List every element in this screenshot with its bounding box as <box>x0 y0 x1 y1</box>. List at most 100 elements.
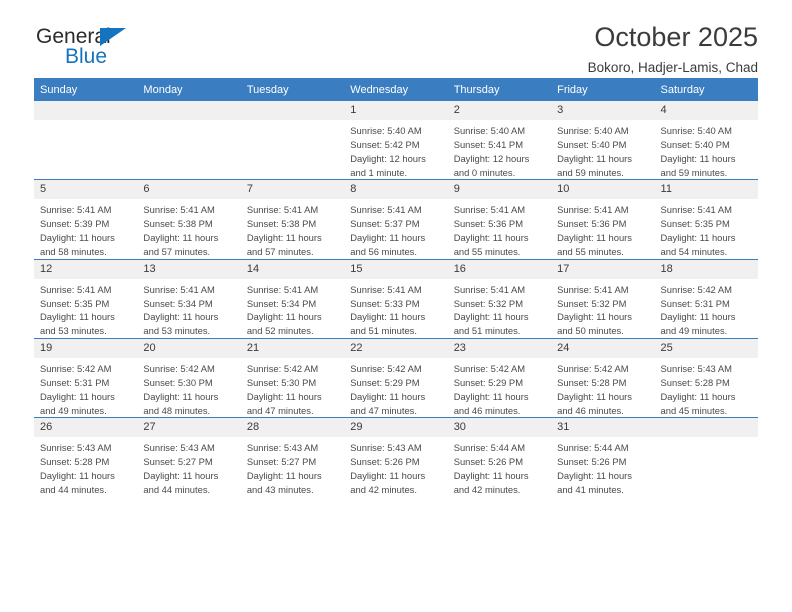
day-sun-info: Sunrise: 5:41 AM Sunset: 5:36 PM Daylight:… <box>448 199 551 258</box>
calendar-day-cell[interactable]: 17 Sunrise: 5:41 AM Sunset: 5:32 PM Dayligh… <box>551 258 655 339</box>
sunrise-text: Sunrise: 5:43 AM <box>40 442 112 454</box>
calendar-day-cell[interactable]: 3 Sunrise: 5:40 AM Sunset: 5:40 PM Daylight… <box>551 101 655 180</box>
calendar-day-cell[interactable]: 29 Sunrise: 5:43 AM Sunset: 5:26 PM Dayligh… <box>344 417 448 497</box>
daylight-text-line2: and 57 minutes. <box>143 245 211 257</box>
day-number: 26 <box>34 418 138 438</box>
general-blue-logo[interactable]: General Blue <box>34 26 234 74</box>
calendar-week-row: 5 Sunrise: 5:41 AM Sunset: 5:39 PM Daylight… <box>34 179 758 260</box>
day-number: 30 <box>447 418 552 438</box>
day-number: 13 <box>137 259 241 279</box>
day-number: 31 <box>551 418 655 438</box>
day-number: 27 <box>137 418 241 438</box>
day-number: 16 <box>447 259 552 279</box>
day-number: 23 <box>447 339 552 359</box>
sunset-text: Sunset: 5:29 PM <box>453 376 523 388</box>
calendar-table: Sunday Monday Tuesday Wednesday Thursday… <box>34 78 758 497</box>
daylight-text-line1: Daylight: 11 hours <box>453 390 529 402</box>
daylight-text-line1: Daylight: 11 hours <box>660 390 736 402</box>
sunset-text: Sunset: 5:28 PM <box>40 456 110 468</box>
day-number: 20 <box>137 339 241 359</box>
calendar-day-cell[interactable]: 22 Sunrise: 5:42 AM Sunset: 5:29 PM Dayligh… <box>344 338 448 418</box>
calendar-day-cell[interactable]: 4 Sunrise: 5:40 AM Sunset: 5:40 PM Daylight… <box>654 101 758 180</box>
daylight-text-line2: and 46 minutes. <box>453 404 521 416</box>
calendar-day-cell[interactable]: 2 Sunrise: 5:40 AM Sunset: 5:41 PM Daylight… <box>447 101 552 180</box>
day-number: 2 <box>447 101 552 121</box>
calendar-day-cell[interactable]: 1 Sunrise: 5:40 AM Sunset: 5:42 PM Daylight… <box>344 101 448 180</box>
sunset-text: Sunset: 5:26 PM <box>557 456 627 468</box>
sunrise-text: Sunrise: 5:42 AM <box>40 363 112 375</box>
daylight-text-line2: and 0 minutes. <box>453 166 516 178</box>
calendar-day-cell[interactable]: 16 Sunrise: 5:41 AM Sunset: 5:32 PM Dayligh… <box>447 258 552 339</box>
calendar-day-cell[interactable]: 18 Sunrise: 5:42 AM Sunset: 5:31 PM Dayligh… <box>654 258 758 339</box>
calendar-day-cell[interactable]: 24 Sunrise: 5:42 AM Sunset: 5:28 PM Dayligh… <box>551 338 655 418</box>
day-number: 19 <box>34 339 138 359</box>
day-number <box>34 101 138 120</box>
calendar-day-cell[interactable]: 26 Sunrise: 5:43 AM Sunset: 5:28 PM Dayligh… <box>34 417 138 497</box>
sunrise-text: Sunrise: 5:41 AM <box>143 283 215 295</box>
daylight-text-line1: Daylight: 11 hours <box>660 152 736 164</box>
calendar-day-cell[interactable]: 10 Sunrise: 5:41 AM Sunset: 5:36 PM Dayligh… <box>551 179 655 260</box>
calendar-day-cell[interactable]: 21 Sunrise: 5:42 AM Sunset: 5:30 PM Dayligh… <box>240 338 345 418</box>
calendar-day-cell[interactable]: 11 Sunrise: 5:41 AM Sunset: 5:35 PM Dayligh… <box>654 179 758 260</box>
day-sun-info: Sunrise: 5:44 AM Sunset: 5:26 PM Daylight:… <box>551 437 654 496</box>
calendar-day-cell[interactable]: 23 Sunrise: 5:42 AM Sunset: 5:29 PM Dayligh… <box>447 338 552 418</box>
calendar-day-cell[interactable]: 20 Sunrise: 5:42 AM Sunset: 5:30 PM Dayligh… <box>137 338 241 418</box>
calendar-day-cell[interactable]: 9 Sunrise: 5:41 AM Sunset: 5:36 PM Daylight… <box>447 179 552 260</box>
day-number: 25 <box>654 339 758 359</box>
daylight-text-line2: and 55 minutes. <box>453 245 521 257</box>
calendar-day-cell[interactable]: 14 Sunrise: 5:41 AM Sunset: 5:34 PM Dayligh… <box>240 258 345 339</box>
daylight-text-line1: Daylight: 11 hours <box>246 470 322 482</box>
calendar-day-cell[interactable]: 25 Sunrise: 5:43 AM Sunset: 5:28 PM Dayligh… <box>654 338 758 418</box>
day-number <box>137 101 241 120</box>
daylight-text-line1: Daylight: 11 hours <box>40 311 115 323</box>
calendar-day-cell[interactable]: 6 Sunrise: 5:41 AM Sunset: 5:38 PM Daylight… <box>137 179 241 260</box>
day-sun-info: Sunrise: 5:41 AM Sunset: 5:38 PM Daylight:… <box>137 199 240 258</box>
day-number: 4 <box>654 101 758 121</box>
weekday-header-tuesday: Tuesday <box>240 78 345 101</box>
daylight-text-line1: Daylight: 11 hours <box>453 311 529 323</box>
calendar-day-cell[interactable]: 12 Sunrise: 5:41 AM Sunset: 5:35 PM Dayligh… <box>34 258 138 339</box>
weekday-header-thursday: Thursday <box>447 78 552 101</box>
sunset-text: Sunset: 5:36 PM <box>453 218 523 230</box>
sunset-text: Sunset: 5:42 PM <box>350 138 420 150</box>
sunrise-text: Sunrise: 5:41 AM <box>350 204 422 216</box>
title-block: October 2025 Bokoro, Hadjer-Lamis, Chad <box>588 22 758 76</box>
sunrise-text: Sunrise: 5:41 AM <box>40 283 112 295</box>
calendar-day-cell-empty <box>137 101 241 180</box>
calendar-day-cell[interactable]: 7 Sunrise: 5:41 AM Sunset: 5:38 PM Daylight… <box>240 179 345 260</box>
daylight-text-line1: Daylight: 11 hours <box>40 232 115 244</box>
daylight-text-line2: and 58 minutes. <box>40 245 107 257</box>
page-title: October 2025 <box>594 22 758 52</box>
calendar-week-row: 19 Sunrise: 5:42 AM Sunset: 5:31 PM Dayligh… <box>34 338 758 418</box>
sunset-text: Sunset: 5:34 PM <box>246 297 317 309</box>
calendar-header-row: Sunday Monday Tuesday Wednesday Thursday… <box>34 78 758 101</box>
calendar-day-cell[interactable]: 19 Sunrise: 5:42 AM Sunset: 5:31 PM Dayligh… <box>34 338 138 418</box>
calendar-day-cell[interactable]: 31 Sunrise: 5:44 AM Sunset: 5:26 PM Dayligh… <box>551 417 655 497</box>
sunset-text: Sunset: 5:38 PM <box>246 218 317 230</box>
day-sun-info: Sunrise: 5:40 AM Sunset: 5:40 PM Daylight:… <box>551 120 654 179</box>
sunset-text: Sunset: 5:33 PM <box>350 297 420 309</box>
day-sun-info: Sunrise: 5:41 AM Sunset: 5:32 PM Daylight:… <box>551 279 654 338</box>
calendar-day-cell[interactable]: 15 Sunrise: 5:41 AM Sunset: 5:33 PM Dayligh… <box>344 258 448 339</box>
day-sun-info: Sunrise: 5:41 AM Sunset: 5:35 PM Daylight:… <box>655 199 758 258</box>
daylight-text-line2: and 57 minutes. <box>246 245 314 257</box>
day-sun-info: Sunrise: 5:43 AM Sunset: 5:28 PM Daylight:… <box>655 358 758 417</box>
calendar-day-cell[interactable]: 8 Sunrise: 5:41 AM Sunset: 5:37 PM Daylight… <box>344 179 448 260</box>
calendar-day-cell[interactable]: 28 Sunrise: 5:43 AM Sunset: 5:27 PM Dayligh… <box>240 417 345 497</box>
calendar-day-cell[interactable]: 27 Sunrise: 5:43 AM Sunset: 5:27 PM Dayligh… <box>137 417 241 497</box>
calendar-day-cell[interactable]: 13 Sunrise: 5:41 AM Sunset: 5:34 PM Dayligh… <box>137 258 241 339</box>
calendar-day-cell[interactable]: 5 Sunrise: 5:41 AM Sunset: 5:39 PM Daylight… <box>34 179 138 260</box>
daylight-text-line1: Daylight: 11 hours <box>453 232 529 244</box>
sunrise-text: Sunrise: 5:41 AM <box>557 204 629 216</box>
calendar-day-cell[interactable]: 30 Sunrise: 5:44 AM Sunset: 5:26 PM Dayligh… <box>447 417 552 497</box>
day-sun-info: Sunrise: 5:40 AM Sunset: 5:41 PM Daylight:… <box>448 120 551 179</box>
sunset-text: Sunset: 5:32 PM <box>557 297 627 309</box>
calendar-body: 1 Sunrise: 5:40 AM Sunset: 5:42 PM Daylight… <box>34 101 758 497</box>
daylight-text-line1: Daylight: 11 hours <box>40 390 115 402</box>
day-sun-info: Sunrise: 5:41 AM Sunset: 5:35 PM Daylight:… <box>34 279 137 338</box>
daylight-text-line1: Daylight: 11 hours <box>350 232 426 244</box>
sunrise-text: Sunrise: 5:41 AM <box>143 204 215 216</box>
daylight-text-line1: Daylight: 11 hours <box>557 390 632 402</box>
day-number: 28 <box>240 418 345 438</box>
day-sun-info: Sunrise: 5:43 AM Sunset: 5:27 PM Daylight:… <box>137 437 240 496</box>
